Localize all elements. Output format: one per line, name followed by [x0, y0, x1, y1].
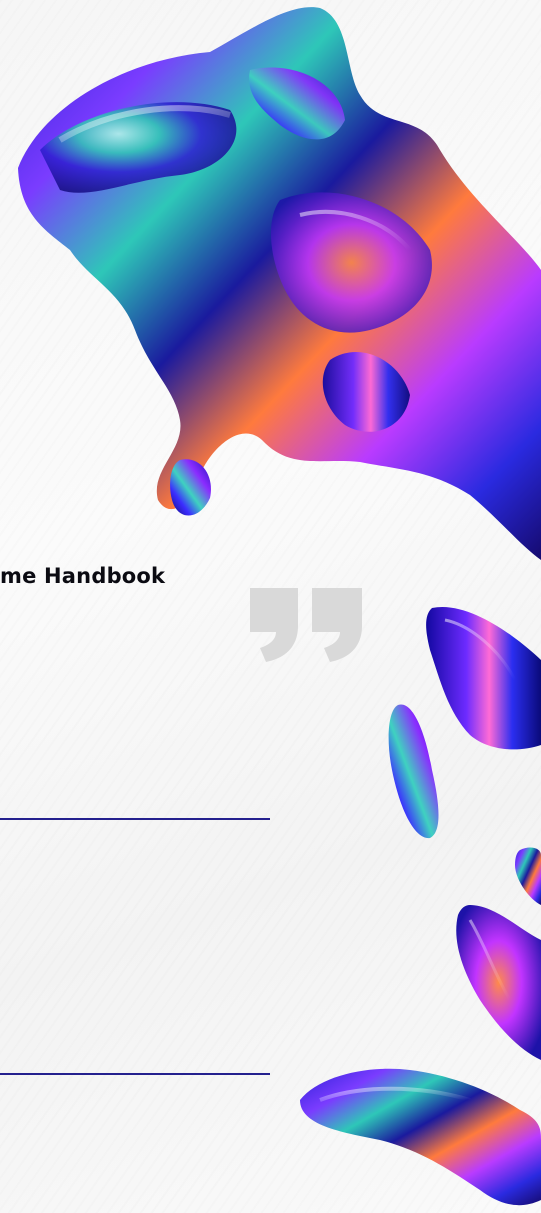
- page-title: me Handbook: [0, 564, 166, 588]
- main-liquid-shape: [18, 7, 541, 560]
- closing-quote-icon: [250, 588, 362, 662]
- floating-liquid-pieces: [300, 606, 541, 1206]
- divider-line: [0, 1073, 270, 1075]
- page: me Handbook: [0, 0, 541, 1213]
- divider-line: [0, 818, 270, 820]
